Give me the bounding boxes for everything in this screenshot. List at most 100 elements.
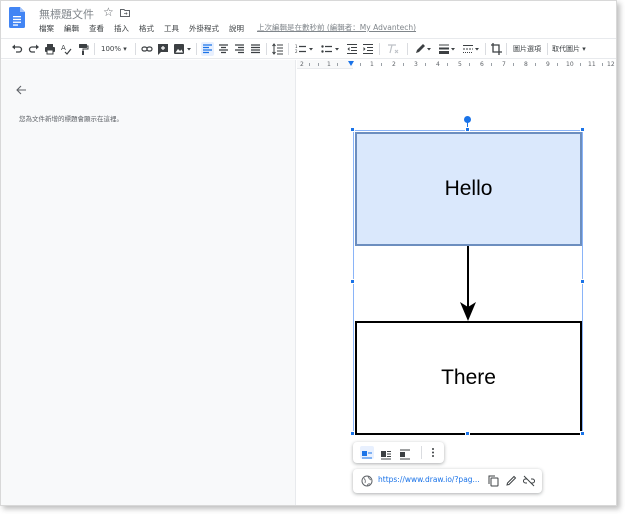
- toolbar-divider: [506, 43, 507, 55]
- add-comment-icon[interactable]: [157, 42, 169, 56]
- increase-indent-icon[interactable]: [362, 42, 374, 56]
- docs-logo-icon[interactable]: [9, 7, 25, 28]
- replace-image-button[interactable]: 取代圖片 ▾: [552, 42, 592, 56]
- menu-addons[interactable]: 外掛程式: [189, 23, 219, 34]
- outline-hint-text: 您為文件新增的標題會顯示在這裡。: [19, 115, 123, 123]
- toolbar-divider: [288, 43, 289, 55]
- image-wrap-toolbar: [353, 442, 444, 463]
- horizontal-ruler[interactable]: 2 1 1 2 3 4 5 6 7 8 9 10 11 12: [297, 60, 616, 69]
- bulleted-list-icon[interactable]: [320, 42, 342, 56]
- ruler-number: 8: [524, 61, 528, 68]
- last-edit-link[interactable]: 上次編輯是在數秒前 (編輯者：My Advantech): [257, 22, 416, 33]
- decrease-indent-icon[interactable]: [346, 42, 358, 56]
- ruler-tick: [513, 63, 514, 66]
- ruler-tick: [309, 63, 310, 66]
- border-dash-icon[interactable]: [462, 42, 482, 56]
- inline-wrap-icon[interactable]: [360, 446, 374, 459]
- line-spacing-icon[interactable]: [271, 42, 284, 56]
- ruler-number: 11: [588, 61, 596, 68]
- edit-link-icon[interactable]: [506, 475, 517, 486]
- break-text-icon[interactable]: [398, 446, 412, 460]
- menu-format[interactable]: 格式: [139, 23, 154, 34]
- toolbar-divider: [94, 43, 95, 55]
- move-folder-icon[interactable]: [120, 9, 130, 17]
- toolbar-divider: [407, 43, 408, 55]
- rotation-handle[interactable]: [464, 116, 471, 123]
- toolbar-divider: [547, 43, 548, 55]
- chevron-down-icon: ▾: [582, 45, 586, 53]
- toolbar-divider: [266, 43, 267, 55]
- menu-help[interactable]: 說明: [229, 23, 244, 34]
- toolbar-divider: [379, 43, 380, 55]
- ruler-number: 6: [480, 61, 484, 68]
- menu-insert[interactable]: 插入: [114, 23, 129, 34]
- numbered-list-icon[interactable]: 12: [294, 42, 316, 56]
- redo-icon[interactable]: [28, 42, 40, 56]
- resize-handle-top[interactable]: [465, 127, 470, 132]
- resize-handle-bottom[interactable]: [465, 431, 470, 436]
- diagram-box-there: There: [355, 321, 582, 435]
- arrow-back-icon[interactable]: [15, 84, 27, 96]
- ruler-tick: [360, 63, 361, 66]
- align-right-icon[interactable]: [233, 42, 246, 56]
- toolbar-divider: [485, 43, 486, 55]
- ruler-tick: [602, 63, 603, 66]
- link-icon[interactable]: [141, 42, 153, 56]
- resize-handle-bottom-right[interactable]: [580, 431, 585, 436]
- insert-image-icon[interactable]: [173, 42, 193, 56]
- link-url[interactable]: https://www.draw.io/?pag...: [378, 475, 480, 484]
- justify-icon[interactable]: [249, 42, 262, 56]
- resize-handle-right[interactable]: [580, 279, 585, 284]
- menu-view[interactable]: 查看: [89, 23, 104, 34]
- menu-tools[interactable]: 工具: [164, 23, 179, 34]
- ruler-number: 12: [607, 61, 615, 68]
- ruler-number: 2: [300, 61, 304, 68]
- paint-format-icon[interactable]: [77, 42, 89, 56]
- ruler-tick: [491, 63, 492, 66]
- ruler-tick: [337, 63, 338, 66]
- svg-text:A: A: [61, 44, 66, 52]
- ruler-number: 1: [327, 61, 331, 68]
- resize-handle-top-right[interactable]: [580, 127, 585, 132]
- resize-handle-left[interactable]: [350, 279, 355, 284]
- ruler-number: 5: [458, 61, 462, 68]
- ruler-number: 4: [436, 61, 440, 68]
- undo-icon[interactable]: [11, 42, 23, 56]
- resize-handle-top-left[interactable]: [350, 127, 355, 132]
- wrap-toolbar-divider: [421, 446, 422, 459]
- crop-icon[interactable]: [490, 42, 502, 56]
- menu-file[interactable]: 檔案: [39, 23, 54, 34]
- image-options-button[interactable]: 圖片選項: [511, 42, 543, 56]
- ruler-tick: [403, 63, 404, 66]
- align-left-icon[interactable]: [201, 42, 214, 56]
- border-weight-icon[interactable]: [438, 42, 458, 56]
- chevron-down-icon: ▾: [123, 45, 127, 53]
- align-center-icon[interactable]: [217, 42, 230, 56]
- connector-arrow: [460, 246, 476, 321]
- box-there-label: There: [441, 366, 496, 389]
- ruler-number: 9: [546, 61, 550, 68]
- toolbar-divider: [135, 43, 136, 55]
- svg-text:2: 2: [295, 49, 298, 54]
- ruler-tick: [425, 63, 426, 66]
- document-title[interactable]: 無標題文件: [39, 6, 94, 22]
- print-icon[interactable]: [44, 42, 56, 56]
- indent-marker-icon[interactable]: [348, 61, 354, 66]
- copy-link-icon[interactable]: [488, 475, 499, 487]
- globe-icon: [361, 475, 373, 487]
- replace-image-label: 取代圖片: [552, 45, 580, 53]
- zoom-value: 100%: [101, 45, 122, 53]
- border-color-icon[interactable]: [414, 42, 434, 56]
- box-hello-label: Hello: [444, 177, 493, 200]
- more-vert-icon[interactable]: [429, 446, 437, 459]
- star-icon[interactable]: ☆: [103, 5, 114, 19]
- ruler-number: 1: [370, 61, 374, 68]
- spellcheck-icon[interactable]: A: [60, 42, 72, 56]
- wrap-text-icon[interactable]: [379, 446, 393, 460]
- zoom-select[interactable]: 100% ▾: [101, 42, 133, 56]
- menu-edit[interactable]: 編輯: [64, 23, 79, 34]
- ruler-tick: [557, 63, 558, 66]
- remove-link-icon[interactable]: [523, 475, 535, 487]
- ruler-tick: [535, 63, 536, 66]
- resize-handle-bottom-left[interactable]: [350, 431, 355, 436]
